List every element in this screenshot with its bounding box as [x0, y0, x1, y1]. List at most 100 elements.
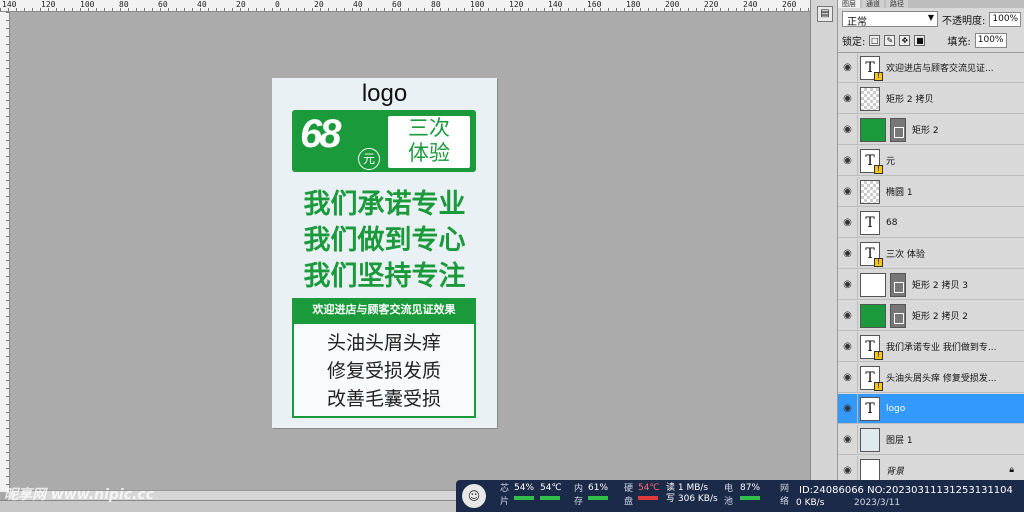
disk-read: 读 1 MB/s [666, 483, 709, 493]
layer-name: 头油头屑头痒 修复受损发... [886, 374, 997, 384]
effect-line-3: 改善毛囊受损 [326, 388, 441, 410]
ruler-tick-label: 40 [353, 0, 363, 9]
horizontal-ruler: 140 120 100 80 60 40 20 0 20 40 60 80 100 120 140 160 18… [0, 0, 810, 12]
net-speed: 0 KB/s [796, 498, 825, 508]
lock-transparent-icon[interactable]: □ [869, 34, 881, 46]
layer-name: 矩形 2 拷贝 [886, 95, 934, 105]
layer-row[interactable]: ◉ 椭圆 1 [838, 176, 1024, 207]
cpu-usage-value: 54% [514, 483, 535, 493]
layer-row[interactable]: ◉ T! 我们承诺专业 我们做到专... [838, 331, 1024, 362]
battery-label: 电池 [724, 484, 734, 507]
layer-name: logo [886, 403, 906, 414]
layer-row[interactable]: ◉ 矩形 2 拷贝 3 [838, 269, 1024, 300]
layer-name: 我们承诺专业 我们做到专... [886, 343, 997, 353]
chevron-down-icon: ▼ [927, 13, 934, 22]
ruler-tick-label: 20 [236, 0, 246, 9]
visibility-toggle[interactable]: ◉ [838, 83, 858, 114]
layer-row[interactable]: ◉ T! 头油头屑头痒 修复受损发... [838, 362, 1024, 393]
shape-thumbnail [860, 117, 886, 142]
eye-icon: ◉ [843, 434, 852, 445]
visibility-toggle[interactable]: ◉ [838, 176, 858, 207]
eye-icon: ◉ [843, 124, 852, 135]
shape-thumbnail [860, 303, 886, 328]
visibility-toggle[interactable]: ◉ [838, 114, 858, 145]
eye-icon: ◉ [843, 465, 852, 476]
layer-row[interactable]: ◉ 矩形 2 [838, 114, 1024, 145]
lock-all-icon[interactable]: ■ [914, 34, 926, 46]
eye-icon: ◉ [843, 310, 852, 321]
lock-move-icon[interactable]: ✥ [899, 34, 911, 46]
ruler-tick-label: 240 [743, 0, 758, 9]
layer-name: 椭圆 1 [886, 188, 913, 198]
eye-icon: ◉ [843, 93, 852, 104]
offer-line-2: 体验 [408, 141, 450, 165]
tab-layers[interactable]: 图层 [838, 0, 860, 8]
warning-icon: ! [874, 257, 883, 267]
eye-icon: ◉ [843, 279, 852, 290]
layer-name: 欢迎进店与顾客交流见证... [886, 64, 994, 74]
net-label: 网络 [780, 484, 790, 507]
slogan-3: 我们坚持专注 [303, 261, 466, 292]
battery-bar [740, 496, 760, 500]
opacity-field[interactable]: 100% [989, 11, 1022, 27]
cpu-usage-bar [514, 496, 534, 500]
monitor-avatar-icon[interactable]: ☺ [462, 484, 486, 508]
offer-line-1: 三次 [408, 116, 450, 140]
visibility-toggle[interactable]: ◉ [838, 331, 858, 362]
mem-usage-value: 61% [588, 483, 609, 493]
vector-mask-thumbnail[interactable] [890, 117, 906, 142]
layer-name: 图层 1 [886, 436, 913, 446]
layer-row[interactable]: ◉ T 68 [838, 207, 1024, 238]
background-thumbnail [860, 458, 880, 483]
tab-channels[interactable]: 通道 [862, 0, 884, 8]
layer-name: 背景 [886, 467, 905, 477]
vector-mask-thumbnail[interactable] [890, 272, 906, 297]
price-number: 68 [300, 112, 341, 156]
lock-icon: 🔒︎ [1009, 465, 1014, 475]
eye-icon: ◉ [843, 341, 852, 352]
eye-icon: ◉ [843, 62, 852, 73]
layer-row[interactable]: ◉ 图层 1 [838, 424, 1024, 455]
layers-panel-icon[interactable]: ▤ [817, 6, 833, 22]
disk-label: 硬盘 [624, 484, 634, 507]
visibility-toggle[interactable]: ◉ [838, 207, 858, 238]
visibility-toggle[interactable]: ◉ [838, 424, 858, 455]
visibility-toggle[interactable]: ◉ [838, 269, 858, 300]
blend-row: 正常 ▼ 不透明度: 100% [842, 10, 1022, 28]
layers-panel: 图层 通道 路径 正常 ▼ 不透明度: 100% 锁定: □ ✎ ✥ ■ 填充:… [838, 0, 1024, 512]
panel-tabs: 图层 通道 路径 [838, 0, 1024, 8]
layer-name: 三次 体验 [886, 250, 925, 260]
blend-mode-select[interactable]: 正常 ▼ [842, 11, 938, 28]
layer-row[interactable]: ◉ T! 元 [838, 145, 1024, 176]
layer-row[interactable]: ◉ 矩形 2 拷贝 2 [838, 300, 1024, 331]
document-canvas[interactable]: logo 68 元 三次 体验 我们承诺专业 我们做到专心 我们坚持专注 欢迎进… [272, 78, 497, 428]
vector-mask-thumbnail[interactable] [890, 303, 906, 328]
layer-row[interactable]: ◉ Tlogo [838, 393, 1024, 424]
cpu-temp: 54℃ [540, 483, 562, 500]
warning-icon: ! [874, 350, 883, 360]
ruler-tick-label: 0 [275, 0, 280, 9]
blend-mode-value: 正常 [847, 17, 867, 28]
disk-temp: 54℃ [638, 483, 660, 500]
fill-field[interactable]: 100% [974, 32, 1007, 48]
visibility-toggle[interactable]: ◉ [838, 145, 858, 176]
cpu-temp-bar [540, 496, 560, 500]
slogan-2: 我们做到专心 [303, 225, 466, 256]
visibility-toggle[interactable]: ◉ [838, 300, 858, 331]
disk-temp-value: 54℃ [638, 483, 660, 493]
eye-icon: ◉ [843, 155, 852, 166]
price-unit-circle: 元 [358, 148, 380, 170]
layer-name: 元 [886, 157, 896, 167]
visibility-toggle[interactable]: ◉ [838, 393, 858, 424]
visibility-toggle[interactable]: ◉ [838, 362, 858, 393]
visibility-toggle[interactable]: ◉ [838, 238, 858, 269]
ruler-tick-label: 180 [626, 0, 641, 9]
visibility-toggle[interactable]: ◉ [838, 52, 858, 83]
ruler-tick-label: 140 [2, 0, 17, 9]
tab-paths[interactable]: 路径 [886, 0, 908, 8]
offer-card: 三次 体验 [388, 116, 470, 168]
layer-row[interactable]: ◉ T! 欢迎进店与顾客交流见证... [838, 52, 1024, 83]
lock-brush-icon[interactable]: ✎ [884, 34, 896, 46]
layer-row[interactable]: ◉ 矩形 2 拷贝 [838, 83, 1024, 114]
layer-row[interactable]: ◉ T! 三次 体验 [838, 238, 1024, 269]
